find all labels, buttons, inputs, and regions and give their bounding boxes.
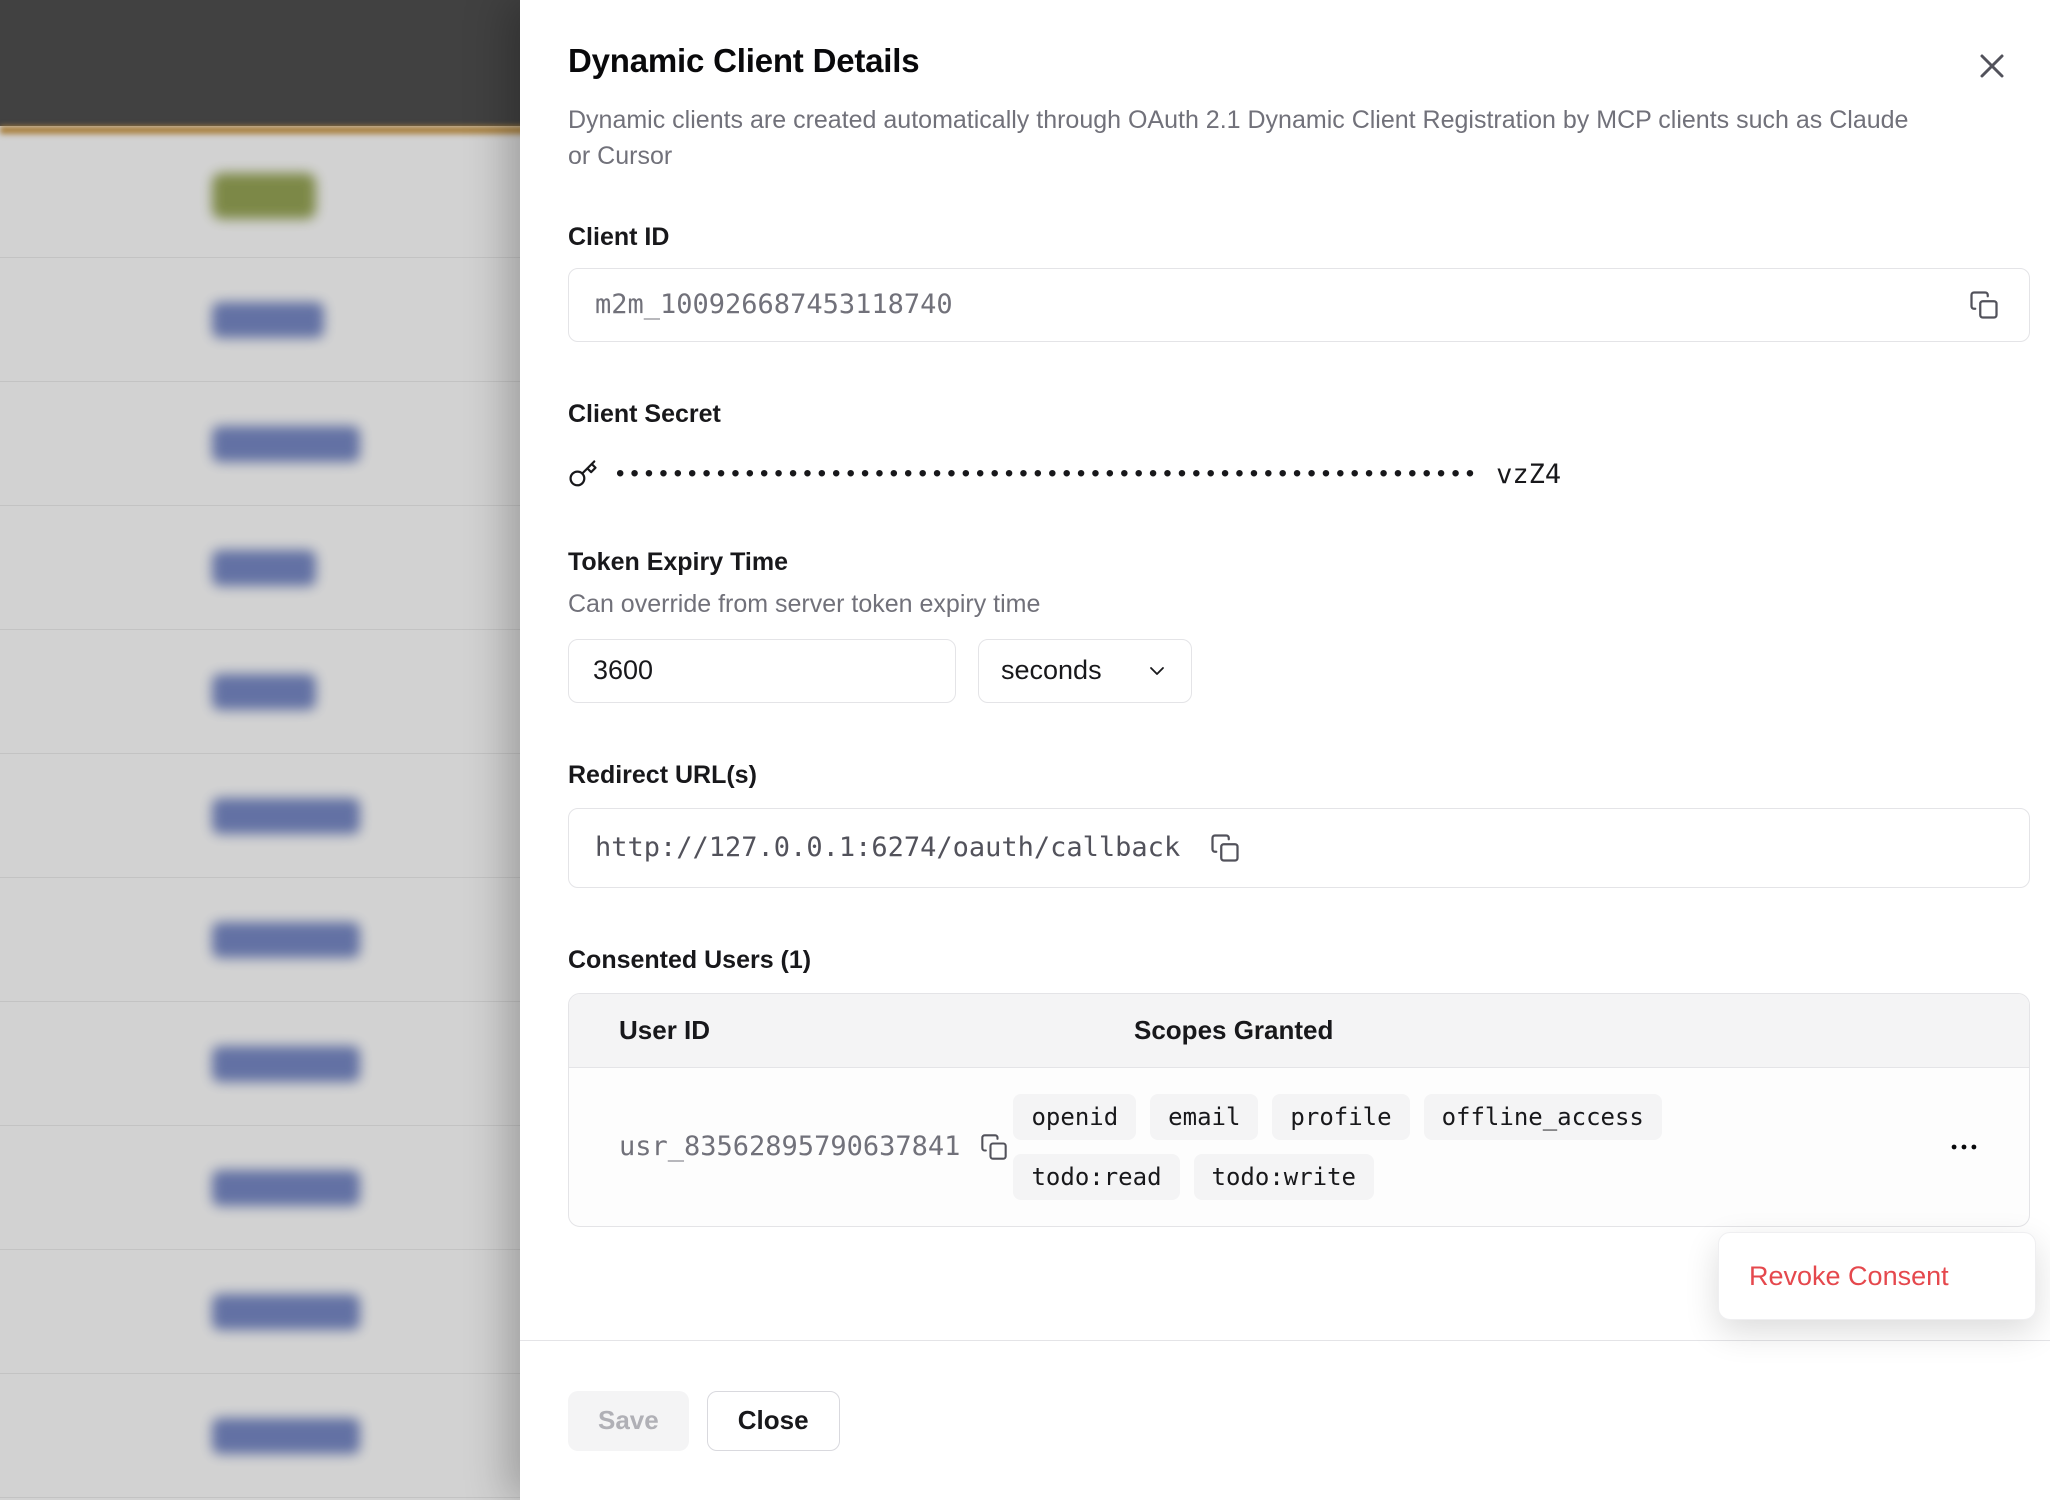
client-link [212,1294,360,1330]
client-link [212,302,324,338]
client-link [212,674,316,710]
scope-chip: email [1150,1094,1258,1140]
consented-users-section: Consented Users (1) User ID Scopes Grant… [568,946,2030,1227]
client-secret-masked: ••••••••••••••••••••••••••••••••••••••••… [616,460,1480,488]
client-secret-section: Client Secret ••••••••••••••••••••••••••… [568,400,2030,490]
token-expiry-input[interactable] [568,639,956,703]
row-menu-icon[interactable] [1947,1130,1981,1164]
panel-content: Client ID m2m_100926687453118740 Client … [520,223,2050,1227]
column-header-scopes: Scopes Granted [1134,1015,2029,1046]
panel-title: Dynamic Client Details [568,42,1930,80]
token-expiry-hint: Can override from server token expiry ti… [568,590,2030,619]
scope-chip: todo:read [1013,1154,1179,1200]
client-secret-row: ••••••••••••••••••••••••••••••••••••••••… [568,459,2030,490]
user-id-value: usr_83562895790637841 [619,1131,960,1162]
column-header-user-id: User ID [569,1015,1134,1046]
user-id-cell: usr_83562895790637841 [569,1129,1013,1165]
token-expiry-unit-select[interactable]: seconds [978,639,1192,703]
table-row: usr_83562895790637841 openid email profi… [569,1068,2029,1226]
client-id-label: Client ID [568,223,2030,252]
scope-chip: profile [1272,1094,1409,1140]
client-link [212,1170,360,1206]
scopes-cell: openid email profile offline_access todo… [1013,1094,1947,1200]
client-link [212,798,360,834]
revoke-consent-menu: Revoke Consent [1718,1232,2036,1320]
redirect-url-field: http://127.0.0.1:6274/oauth/callback [568,808,2030,888]
redirect-urls-section: Redirect URL(s) http://127.0.0.1:6274/oa… [568,761,2030,888]
copy-user-id-icon[interactable] [976,1129,1012,1165]
client-secret-suffix: vzZ4 [1496,459,1561,490]
client-link [212,550,316,586]
row-actions [1947,1130,2029,1164]
client-id-section: Client ID m2m_100926687453118740 [568,223,2030,342]
client-type-badge [212,173,316,219]
panel-header: Dynamic Client Details Dynamic clients a… [520,0,2050,175]
redirect-urls-label: Redirect URL(s) [568,761,2030,790]
token-expiry-unit-value: seconds [1001,655,1102,686]
consented-users-label: Consented Users (1) [568,946,2030,975]
panel-description: Dynamic clients are created automaticall… [568,102,1930,175]
panel-footer: Save Close [520,1340,2050,1500]
key-icon [568,459,598,489]
client-link [212,426,360,462]
client-link [212,922,360,958]
token-expiry-label: Token Expiry Time [568,548,2030,577]
close-button[interactable]: Close [707,1391,840,1451]
client-id-value: m2m_100926687453118740 [595,289,1965,320]
scope-chip: todo:write [1194,1154,1375,1200]
dynamic-client-details-panel: Dynamic Client Details Dynamic clients a… [520,0,2050,1500]
client-id-field: m2m_100926687453118740 [568,268,2030,342]
token-expiry-section: Token Expiry Time Can override from serv… [568,548,2030,703]
token-expiry-controls: seconds [568,639,2030,703]
scope-chip: offline_access [1424,1094,1662,1140]
table-header-row: User ID Scopes Granted [569,994,2029,1068]
revoke-consent-item[interactable]: Revoke Consent [1749,1261,1949,1292]
client-link [212,1418,360,1454]
copy-client-id-icon[interactable] [1965,286,2003,324]
copy-redirect-url-icon[interactable] [1206,829,1244,867]
redirect-url-value: http://127.0.0.1:6274/oauth/callback [595,832,1180,863]
chevron-down-icon [1145,659,1169,683]
consented-users-table: User ID Scopes Granted usr_8356289579063… [568,993,2030,1227]
client-secret-label: Client Secret [568,400,2030,429]
client-link [212,1046,360,1082]
scope-chip: openid [1013,1094,1136,1140]
close-icon[interactable] [1966,40,2018,92]
save-button[interactable]: Save [568,1391,689,1451]
